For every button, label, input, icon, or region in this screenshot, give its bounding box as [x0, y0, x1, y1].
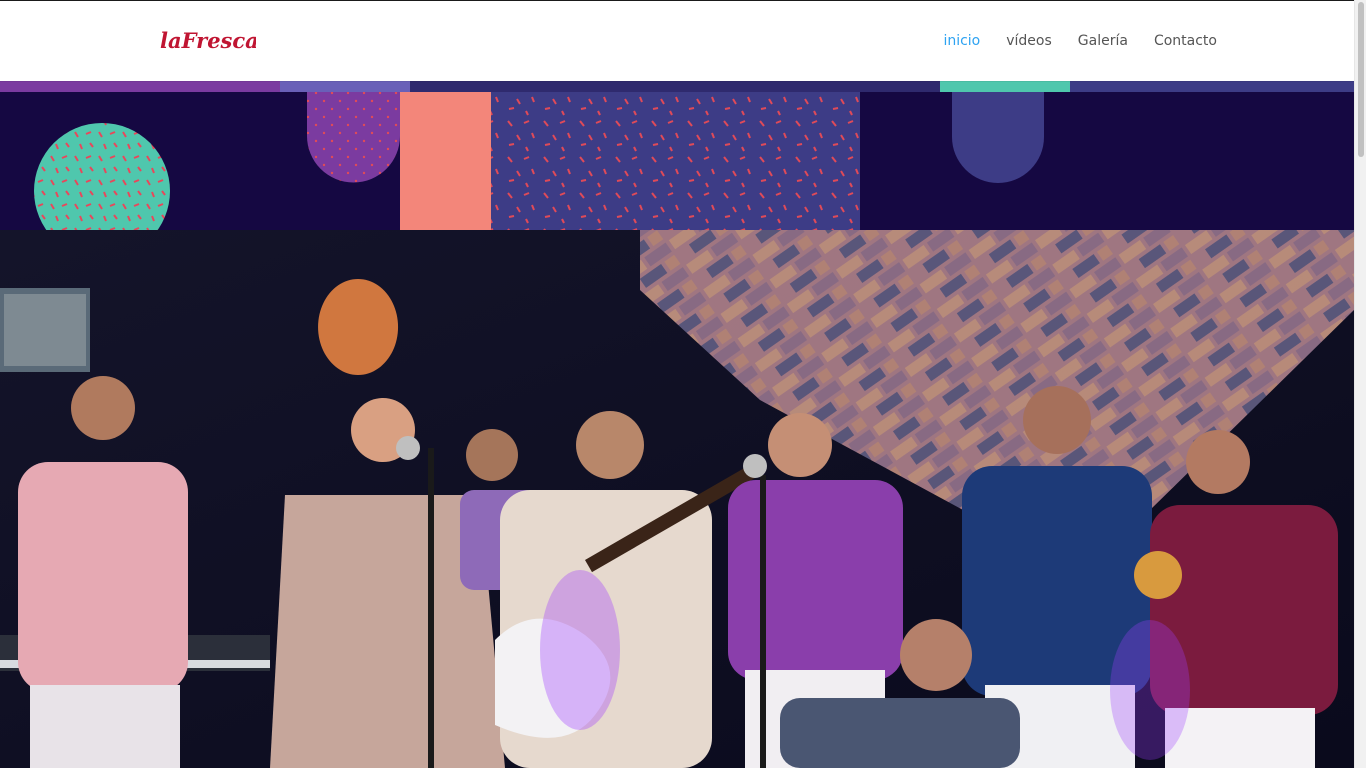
- scrollbar-thumb[interactable]: [1358, 2, 1364, 157]
- nav-link-galeria[interactable]: Galería: [1078, 31, 1128, 51]
- banner-pattern: [0, 81, 1354, 230]
- site-logo[interactable]: laFresca: [160, 25, 256, 57]
- band-photo-illustration: [0, 230, 1354, 768]
- nav-link-contacto[interactable]: Contacto: [1154, 31, 1217, 51]
- decorative-banner: [0, 81, 1354, 230]
- site-header: laFresca inicio vídeos Galería Contacto: [0, 0, 1354, 81]
- nav-link-videos[interactable]: vídeos: [1006, 31, 1052, 51]
- page-scrollbar[interactable]: [1354, 0, 1366, 768]
- logo-wordmark: laFresca: [160, 28, 256, 53]
- main-nav: inicio vídeos Galería Contacto: [943, 31, 1217, 51]
- logo-text: laFresca: [160, 28, 256, 53]
- band-photo: [0, 230, 1354, 768]
- nav-link-inicio[interactable]: inicio: [943, 31, 980, 51]
